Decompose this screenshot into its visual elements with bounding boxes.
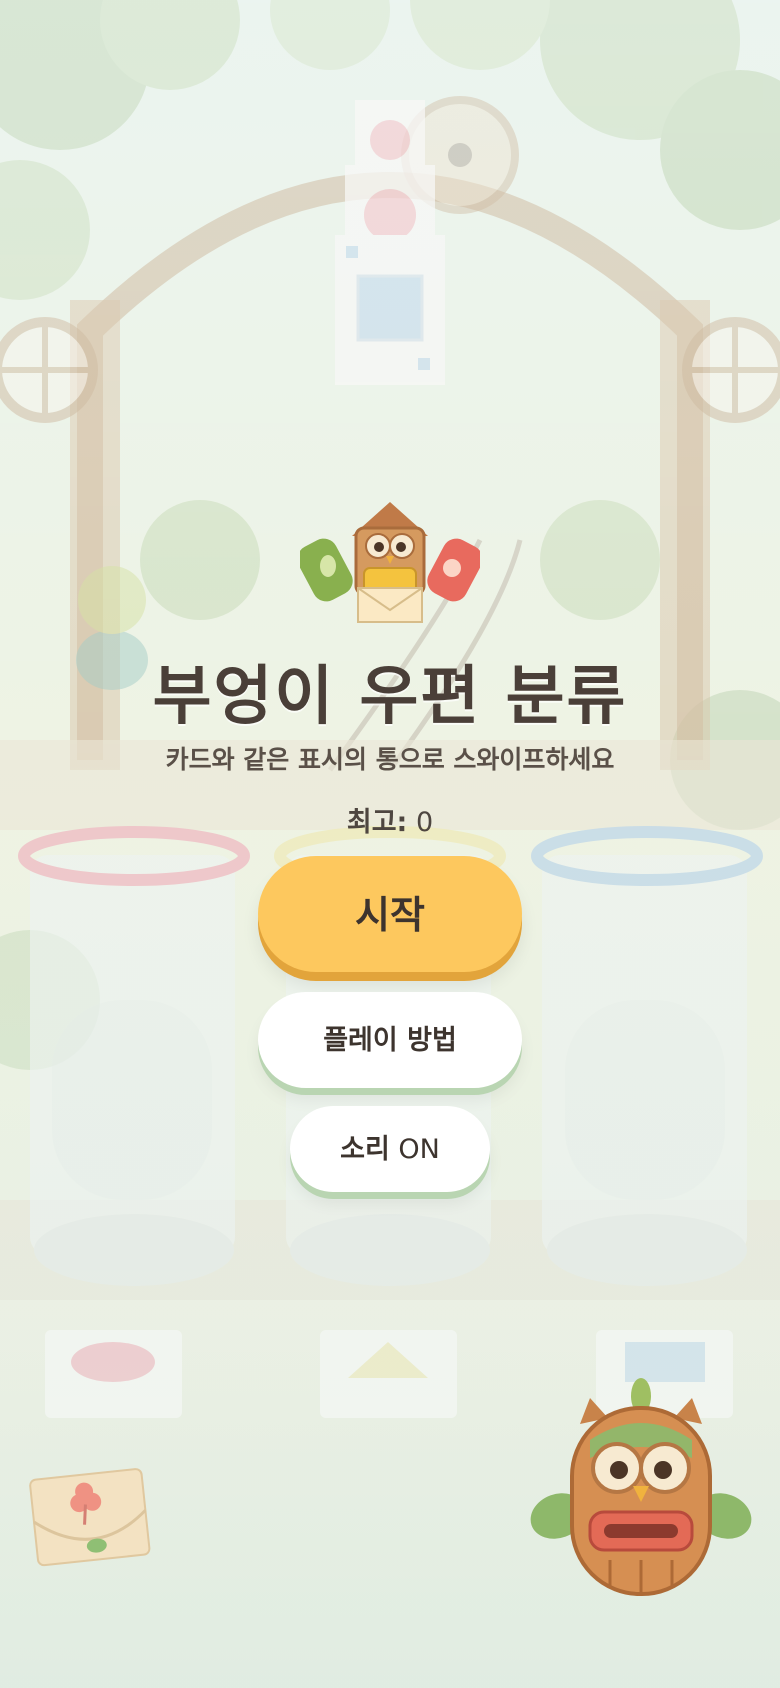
game-title: 부엉이 우편 분류 xyxy=(152,660,628,734)
game-instructions: 카드와 같은 표시의 통으로 스와이프하세요 xyxy=(165,745,615,774)
best-score-label: 최고: xyxy=(346,807,408,838)
sound-toggle-button[interactable]: 소리 ON xyxy=(290,1106,490,1192)
owl-mailbox-icon xyxy=(300,502,480,623)
start-button[interactable]: 시작 xyxy=(258,856,522,972)
sound-toggle-state: ON xyxy=(398,1134,440,1165)
sound-toggle-label: 소리 xyxy=(340,1134,390,1165)
how-to-play-button[interactable]: 플레이 방법 xyxy=(258,992,522,1088)
best-score-value: 0 xyxy=(415,807,434,838)
best-score: 최고: 0 xyxy=(0,800,780,839)
